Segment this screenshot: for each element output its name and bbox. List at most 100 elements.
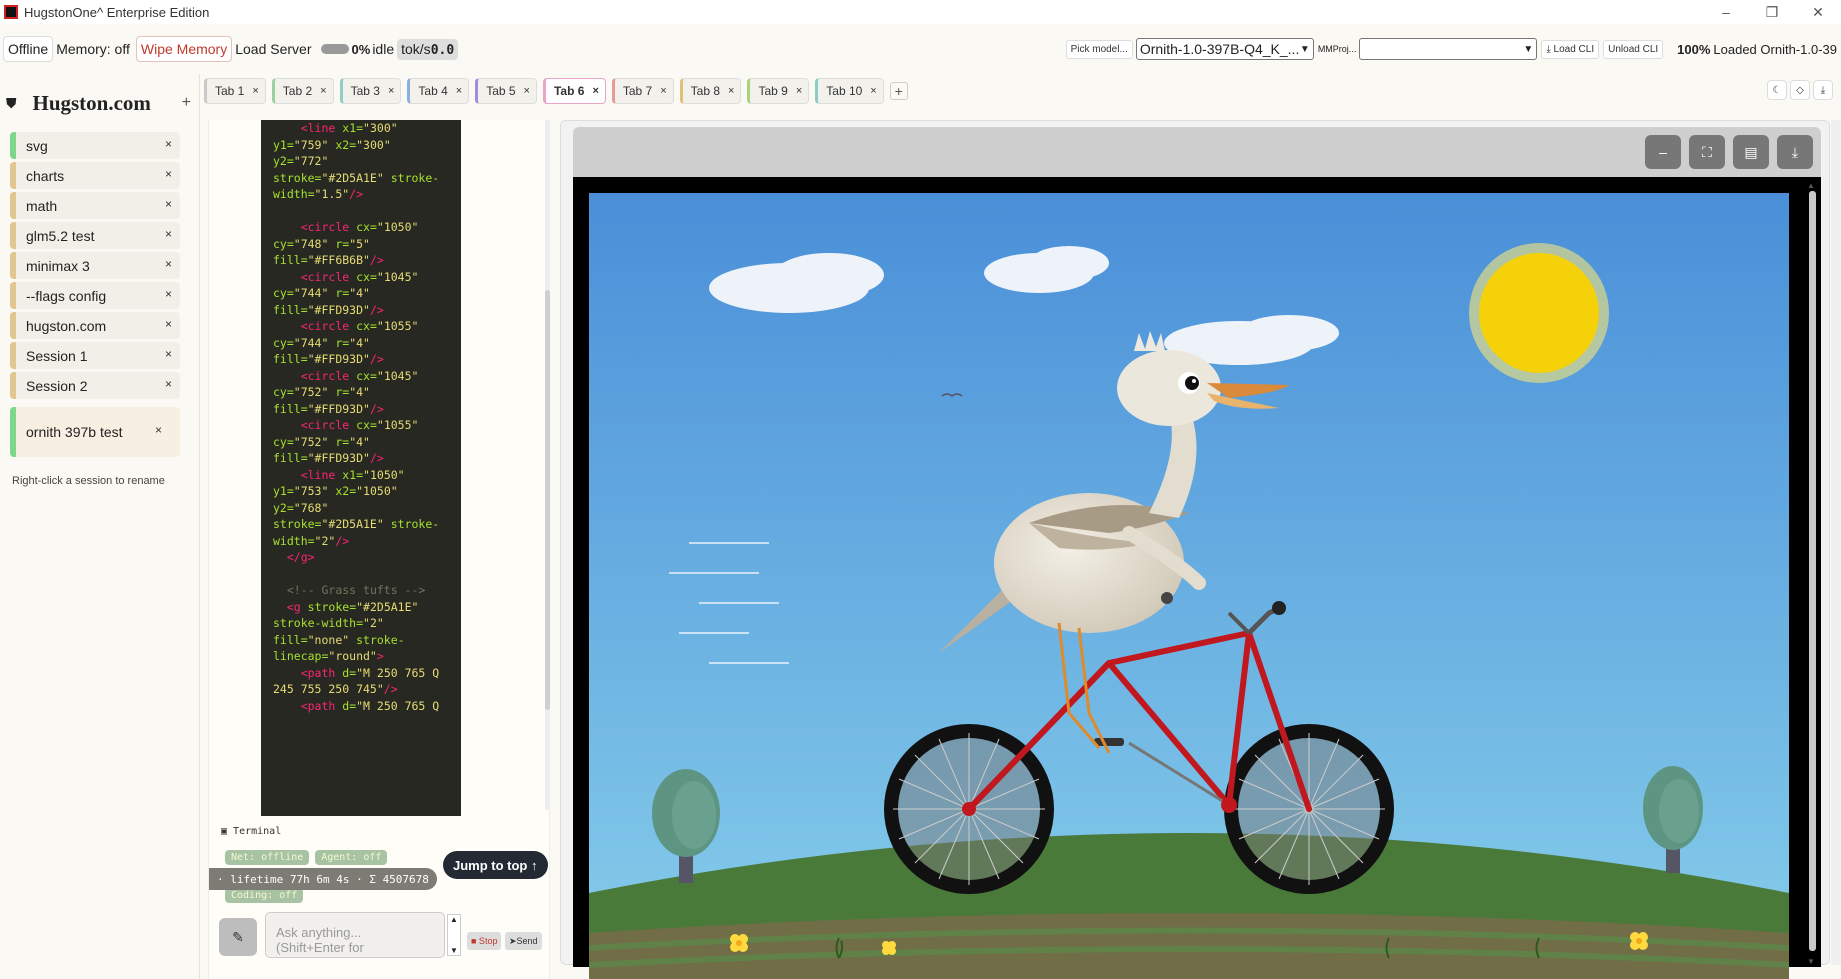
pick-model-button[interactable]: Pick model...: [1065, 39, 1133, 59]
page-scrollbar[interactable]: [1831, 120, 1841, 965]
session-item[interactable]: minimax 3 ×: [10, 252, 180, 279]
close-icon[interactable]: ×: [165, 347, 172, 361]
close-icon[interactable]: ×: [728, 85, 734, 97]
code-token: <path: [300, 665, 336, 680]
offline-button[interactable]: Offline: [3, 36, 54, 62]
rename-hint: Right-click a session to rename: [12, 475, 165, 487]
chat-scroll-thumb[interactable]: [545, 290, 550, 710]
moon-icon[interactable]: ☾: [1767, 80, 1787, 100]
code-token: "M 250 765 Q: [356, 698, 440, 713]
tab-2[interactable]: Tab 2 ×: [271, 78, 334, 104]
close-icon[interactable]: ×: [165, 257, 172, 271]
tab-1[interactable]: Tab 1 ×: [204, 78, 266, 104]
tab-7[interactable]: Tab 7 ×: [611, 78, 674, 104]
load-server-button[interactable]: Load Server: [232, 36, 314, 62]
code-line: <g stroke="#2D5A1E": [273, 599, 461, 616]
preview-scroll-thumb[interactable]: [1809, 191, 1816, 951]
chat-scrollbar[interactable]: [545, 120, 550, 810]
scroll-up-icon[interactable]: ▲: [1807, 181, 1815, 190]
close-icon[interactable]: ×: [796, 85, 802, 97]
session-item[interactable]: hugston.com ×: [10, 312, 180, 339]
code-token: "2": [363, 616, 384, 630]
tab-9[interactable]: Tab 9 ×: [747, 78, 810, 104]
status-chip[interactable]: Coding: off: [225, 888, 304, 903]
new-session-button[interactable]: +: [182, 94, 191, 112]
session-item[interactable]: math ×: [10, 192, 180, 219]
tab-10[interactable]: Tab 10 ×: [815, 78, 884, 104]
unload-cli-button[interactable]: Unload CLI: [1603, 39, 1664, 59]
add-tab-button[interactable]: +: [889, 82, 908, 100]
gem-icon[interactable]: ◇: [1790, 80, 1810, 100]
session-label: --flags config: [26, 287, 107, 304]
fullscreen-button[interactable]: ⛶: [1689, 135, 1725, 169]
session-list: svg × charts × math × glm5.2 test × minimax 3 × --…: [0, 132, 199, 399]
tab-6[interactable]: Tab 6 ×: [542, 78, 606, 104]
model-select[interactable]: Ornith-1.0-397B-Q4_K_... ▼: [1135, 38, 1314, 60]
chevron-down-icon: ▼: [1299, 43, 1310, 55]
download-button[interactable]: ⤓: [1777, 135, 1813, 169]
close-icon[interactable]: ×: [320, 85, 326, 97]
scroll-down-icon[interactable]: ▼: [1807, 957, 1815, 966]
input-resize-stepper[interactable]: ▲ ▼: [447, 914, 461, 956]
session-item[interactable]: svg ×: [10, 132, 180, 159]
stop-button[interactable]: ■ Stop: [467, 932, 502, 950]
maximize-button[interactable]: ❐: [1749, 0, 1795, 24]
terminal-toggle[interactable]: ▣ Terminal: [221, 826, 281, 837]
close-icon[interactable]: ×: [592, 85, 598, 97]
layout-button[interactable]: ▤: [1733, 135, 1769, 169]
tab-3[interactable]: Tab 3 ×: [339, 78, 402, 104]
session-item[interactable]: glm5.2 test ×: [10, 222, 180, 249]
zoom-out-button[interactable]: –: [1645, 135, 1681, 169]
ask-placeholder-hint: (Shift+Enter for: [276, 940, 364, 955]
code-token: cx=: [356, 220, 377, 234]
code-token: width=: [273, 533, 315, 548]
wipe-memory-button[interactable]: Wipe Memory: [135, 36, 233, 62]
code-token: y1=: [273, 484, 294, 498]
tab-5[interactable]: Tab 5 ×: [475, 78, 537, 104]
close-icon[interactable]: ×: [165, 197, 172, 211]
close-icon[interactable]: ×: [252, 85, 258, 97]
jump-to-top-button[interactable]: Jump to top ↑: [443, 851, 548, 879]
close-icon[interactable]: ×: [165, 377, 172, 391]
close-icon[interactable]: ×: [165, 227, 172, 241]
download-icon[interactable]: ⤓: [1813, 80, 1833, 100]
session-item[interactable]: charts ×: [10, 162, 180, 189]
close-window-button[interactable]: ✕: [1795, 0, 1841, 24]
session-label: minimax 3: [26, 257, 90, 274]
load-cli-button[interactable]: ⤓ Load CLI: [1541, 39, 1600, 59]
status-chip[interactable]: Net: offline: [225, 850, 310, 865]
session-item[interactable]: Session 2 ×: [10, 372, 180, 399]
close-icon[interactable]: ×: [524, 85, 530, 97]
mmproj-select[interactable]: ▼: [1359, 38, 1538, 60]
status-chip[interactable]: Agent: off: [315, 850, 388, 865]
code-token: width=: [273, 187, 315, 201]
close-icon[interactable]: ×: [870, 85, 876, 97]
session-item-active[interactable]: ornith 397b test ×: [10, 407, 180, 457]
close-icon[interactable]: ×: [155, 423, 162, 437]
tab-4[interactable]: Tab 4 ×: [407, 78, 470, 104]
session-color-bar: [10, 312, 16, 339]
code-token: cx=: [356, 319, 377, 333]
close-icon[interactable]: ×: [165, 317, 172, 331]
minimize-button[interactable]: –: [1703, 0, 1749, 24]
close-icon[interactable]: ×: [456, 85, 462, 97]
session-item[interactable]: Session 1 ×: [10, 342, 180, 369]
session-item[interactable]: --flags config ×: [10, 282, 180, 309]
close-icon[interactable]: ×: [165, 287, 172, 301]
close-icon[interactable]: ×: [165, 137, 172, 151]
tab-8[interactable]: Tab 8 ×: [679, 78, 742, 104]
code-token: "1050": [363, 467, 405, 482]
close-icon[interactable]: ×: [388, 85, 394, 97]
chat-panel: <line x1="300" y1="759" x2="300" y2="772" s…: [208, 120, 550, 979]
preview-scrollbar[interactable]: ▲ ▼: [1807, 181, 1817, 966]
ask-input[interactable]: Ask anything... (Shift+Enter for: [265, 912, 445, 958]
attach-icon[interactable]: ✎: [219, 918, 257, 956]
close-icon[interactable]: ×: [165, 167, 172, 181]
close-icon[interactable]: ×: [660, 85, 666, 97]
send-button[interactable]: ➤ Send: [505, 932, 542, 950]
main-toolbar: Offline Memory: off Wipe Memory Load Ser…: [0, 24, 1841, 74]
memory-toggle[interactable]: Memory: off: [53, 36, 133, 62]
